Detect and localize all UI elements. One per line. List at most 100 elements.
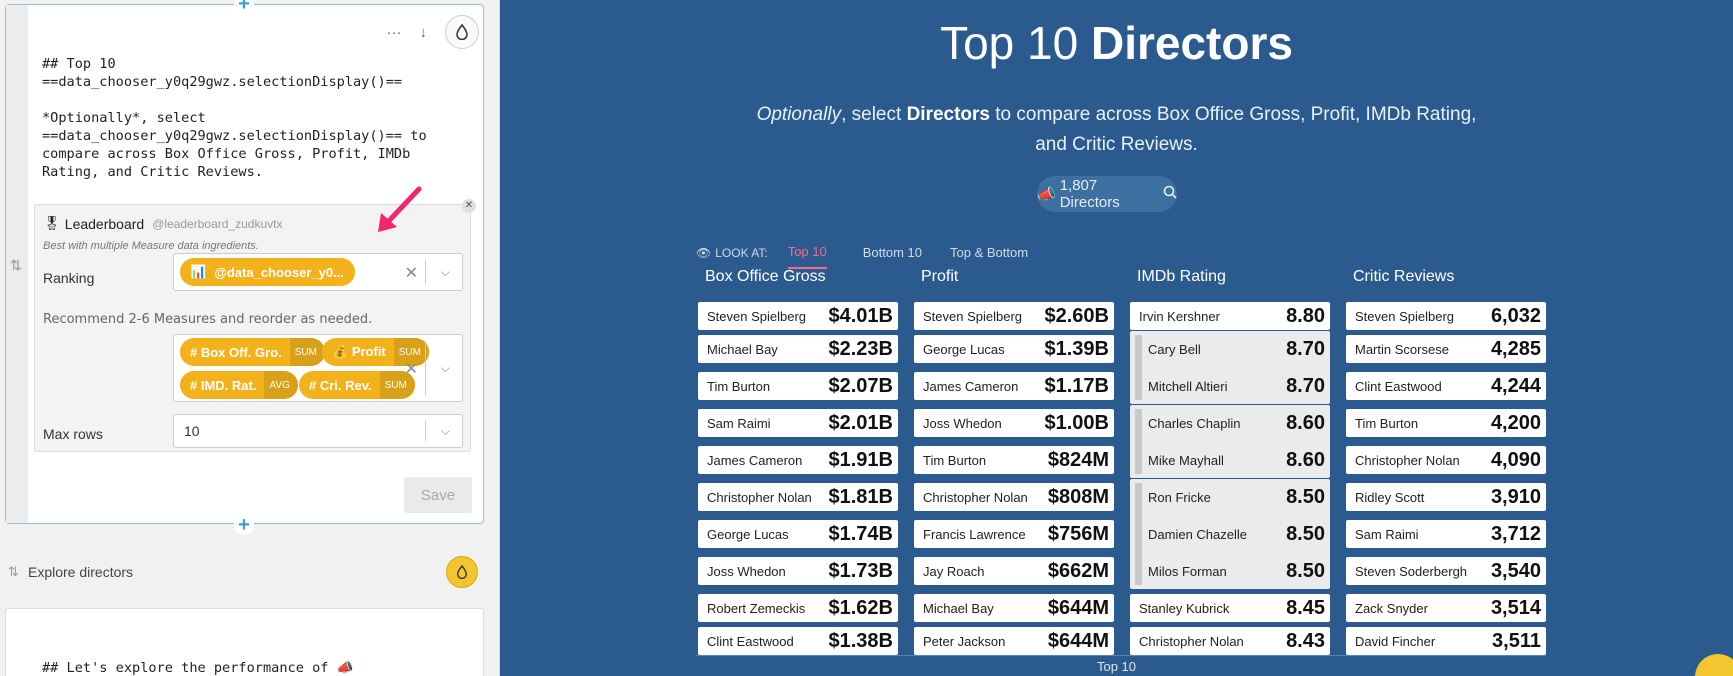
leaderboard-row[interactable]: James Cameron $1.17B <box>914 372 1114 400</box>
row-value: $1.91B <box>828 448 894 471</box>
leaderboard-row[interactable]: Michael Bay $2.23B <box>698 335 898 363</box>
leaderboard-row[interactable]: Damien Chazelle 8.50 <box>1130 520 1330 548</box>
markdown-source-2[interactable]: ## Let's explore the performance of 📣 <box>42 659 462 676</box>
leaderboard-row[interactable]: Milos Forman 8.50 <box>1130 557 1330 585</box>
row-name: Clint Eastwood <box>707 633 794 649</box>
page-title: Top 10 Directors <box>940 17 1293 69</box>
leaderboard-row[interactable]: James Cameron $1.91B <box>698 446 898 474</box>
leaderboard-row[interactable]: Christopher Nolan $1.81B <box>698 483 898 511</box>
row-value: 4,200 <box>1490 411 1541 434</box>
leaderboard-row[interactable]: Cary Bell 8.70 <box>1130 335 1330 363</box>
row-name: Michael Bay <box>707 341 778 357</box>
leaderboard-row[interactable]: Charles Chaplin 8.60 <box>1130 409 1330 437</box>
leaderboard-row[interactable]: Christopher Nolan 4,090 <box>1346 446 1546 474</box>
row-name: Stanley Kubrick <box>1139 600 1230 616</box>
row-value: $662M <box>1047 559 1109 582</box>
row-name: Sam Raimi <box>1355 526 1419 542</box>
chevron-down-icon[interactable]: ⌵ <box>441 424 450 439</box>
add-block-icon[interactable]: + <box>234 515 254 535</box>
leaderboard-row[interactable]: Clint Eastwood 4,244 <box>1346 372 1546 400</box>
leaderboard-row[interactable]: Steven Soderbergh 3,540 <box>1346 557 1546 585</box>
drag-handle-icon[interactable]: ⇅ <box>10 257 22 274</box>
row-value: 4,285 <box>1490 337 1541 360</box>
leaderboard-row[interactable]: Mike Mayhall 8.60 <box>1130 446 1330 474</box>
leaderboard-row[interactable]: Steven Spielberg $2.60B <box>914 302 1114 330</box>
footer-label: Top 10 <box>1096 659 1137 674</box>
row-name: Christopher Nolan <box>923 489 1028 505</box>
drop-icon[interactable] <box>446 556 478 588</box>
row-name: Tim Burton <box>923 452 987 468</box>
leaderboard-row[interactable]: Joss Whedon $1.00B <box>914 409 1114 437</box>
measure-pill[interactable]: # Box Off. Gro. SUM <box>180 338 325 366</box>
leaderboard-row[interactable]: George Lucas $1.74B <box>698 520 898 548</box>
markdown-source[interactable]: ## Top 10 ==data_chooser_y0q29gwz.select… <box>42 55 462 181</box>
leaderboard-row[interactable]: Francis Lawrence $756M <box>914 520 1114 548</box>
row-name: Sam Raimi <box>707 415 771 431</box>
row-value: $1.81B <box>828 485 894 508</box>
clear-icon[interactable]: ✕ <box>405 263 418 283</box>
max-rows-select[interactable]: 10 ⌵ <box>173 414 463 448</box>
row-name: Martin Scorsese <box>1355 341 1449 357</box>
leaderboard-row[interactable]: Tim Burton $824M <box>914 446 1114 474</box>
row-value: $1.39B <box>1044 337 1110 360</box>
chevron-down-icon[interactable]: ⌵ <box>441 361 450 376</box>
row-name: David Fincher <box>1355 633 1436 649</box>
row-name: Milos Forman <box>1148 563 1227 579</box>
leaderboard-row[interactable]: Sam Raimi $2.01B <box>698 409 898 437</box>
row-value: 3,712 <box>1490 522 1541 545</box>
leaderboard-row[interactable]: Tim Burton 4,200 <box>1346 409 1546 437</box>
leaderboard-row[interactable]: Clint Eastwood $1.38B <box>698 627 898 655</box>
row-name: Charles Chaplin <box>1148 415 1241 431</box>
block-header: ⇅ Explore directors <box>0 550 492 594</box>
clear-icon[interactable]: ✕ <box>405 359 418 379</box>
leaderboard-row[interactable]: Tim Burton $2.07B <box>698 372 898 400</box>
help-button[interactable] <box>1695 654 1733 676</box>
row-value: $2.60B <box>1044 304 1110 327</box>
drop-icon[interactable] <box>445 15 479 49</box>
close-icon[interactable]: ✕ <box>462 199 476 213</box>
column-header: Critic Reviews <box>1353 268 1455 285</box>
data-chooser-button[interactable]: 📣 1,807 Directors <box>1037 176 1177 212</box>
measure-pill[interactable]: # Cri. Rev. SUM <box>299 371 415 399</box>
leaderboard-row[interactable]: Martin Scorsese 4,285 <box>1346 335 1546 363</box>
column-header: Profit <box>921 268 959 285</box>
leaderboard-row[interactable]: Stanley Kubrick 8.45 <box>1130 594 1330 622</box>
move-down-icon[interactable]: ↓ <box>420 24 428 41</box>
save-button[interactable]: Save <box>404 477 472 513</box>
leaderboard-row[interactable]: Irvin Kershner 8.80 <box>1130 302 1330 330</box>
leaderboard-row[interactable]: Mitchell Altieri 8.70 <box>1130 372 1330 400</box>
leaderboard-row[interactable]: Joss Whedon $1.73B <box>698 557 898 585</box>
row-name: Tim Burton <box>1355 415 1419 431</box>
chevron-down-icon[interactable]: ⌵ <box>441 265 450 280</box>
leaderboard-row[interactable]: Michael Bay $644M <box>914 594 1114 622</box>
leaderboard-row[interactable]: Sam Raimi 3,712 <box>1346 520 1546 548</box>
markdown-block[interactable]: ⇅ ··· ↓ ## Top 10 ==data_chooser_y0q29gw… <box>5 4 484 524</box>
leaderboard-row[interactable]: David Fincher 3,511 <box>1346 627 1546 655</box>
widget-title: 🎖 Leaderboard @leaderboard_zudkuvtx <box>43 215 282 232</box>
row-value: 8.70 <box>1286 374 1325 397</box>
column-header: IMDb Rating <box>1137 268 1226 285</box>
leaderboard-row[interactable]: Steven Spielberg $4.01B <box>698 302 898 330</box>
chooser-label: 1,807 Directors <box>1059 177 1120 211</box>
measure-pill[interactable]: # IMD. Rat. AVG <box>180 371 298 399</box>
leaderboard-row[interactable]: Christopher Nolan $808M <box>914 483 1114 511</box>
leaderboard-row[interactable]: Ridley Scott 3,910 <box>1346 483 1546 511</box>
markdown-block-2[interactable]: ## Let's explore the performance of 📣 <box>5 608 484 676</box>
leaderboard-row[interactable]: Steven Spielberg 6,032 <box>1346 302 1546 330</box>
leaderboard-row[interactable]: Peter Jackson $644M <box>914 627 1114 655</box>
row-value: $1.38B <box>828 629 894 652</box>
leaderboard-row[interactable]: Christopher Nolan 8.43 <box>1130 627 1330 655</box>
award-icon: 🎖 <box>43 215 61 231</box>
leaderboard-row[interactable]: George Lucas $1.39B <box>914 335 1114 363</box>
leaderboard-row[interactable]: Jay Roach $662M <box>914 557 1114 585</box>
leaderboard-row[interactable]: Zack Snyder 3,514 <box>1346 594 1546 622</box>
row-name: Steven Soderbergh <box>1355 563 1468 579</box>
row-name: Steven Spielberg <box>707 308 807 324</box>
ranking-select[interactable]: 📊 @data_chooser_y0... ✕ ⌵ <box>173 253 463 291</box>
leaderboard-row[interactable]: Ron Fricke 8.50 <box>1130 483 1330 511</box>
measures-select[interactable]: # Box Off. Gro. SUM 💰 Profit SUM # IMD. … <box>173 334 463 402</box>
leaderboard-row[interactable]: Robert Zemeckis $1.62B <box>698 594 898 622</box>
more-options-icon[interactable]: ··· <box>387 24 402 41</box>
drag-handle-icon[interactable]: ⇅ <box>8 564 19 580</box>
ranking-pill[interactable]: 📊 @data_chooser_y0... <box>180 258 355 286</box>
